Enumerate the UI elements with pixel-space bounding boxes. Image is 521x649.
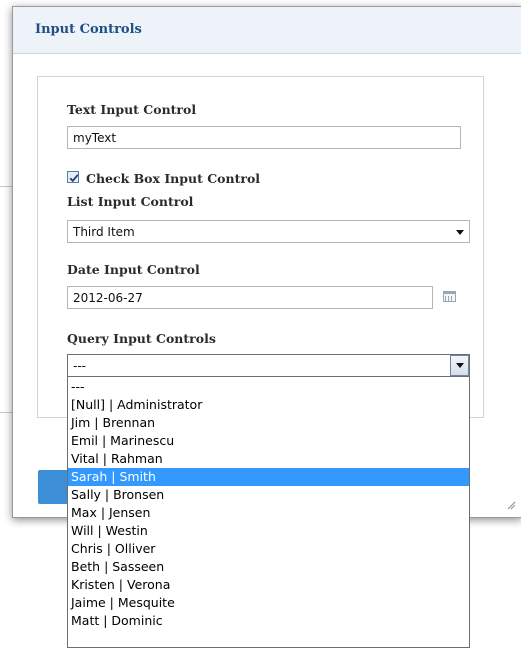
query-dropdown-list: --- [Null] | Administrator Jim | Brennan… <box>67 376 470 648</box>
checkmark-icon <box>69 174 79 183</box>
list-input-value: Third Item <box>73 225 135 239</box>
list-option[interactable]: Beth | Sasseen <box>68 558 469 576</box>
query-dropdown-button[interactable] <box>450 355 469 376</box>
list-option[interactable]: Will | Westin <box>68 522 469 540</box>
chevron-down-icon <box>456 230 464 235</box>
list-option-highlighted[interactable]: Sarah | Smith <box>68 468 469 486</box>
list-option[interactable]: Kristen | Verona <box>68 576 469 594</box>
text-input-field[interactable]: myText <box>67 126 461 149</box>
check-box-label: Check Box Input Control <box>86 171 261 186</box>
list-option[interactable]: Matt | Dominic <box>68 612 469 630</box>
dialog-title: Input Controls <box>35 22 142 37</box>
list-option[interactable]: Sally | Bronsen <box>68 486 469 504</box>
check-box-input[interactable] <box>67 171 79 183</box>
query-input-label: Query Input Controls <box>67 331 216 346</box>
dialog-header: Input Controls <box>13 7 521 54</box>
resize-grip-icon[interactable] <box>506 500 516 510</box>
date-input-field[interactable]: 2012-06-27 <box>67 286 433 309</box>
list-option[interactable]: Chris | Olliver <box>68 540 469 558</box>
list-option[interactable]: Max | Jensen <box>68 504 469 522</box>
text-input-label: Text Input Control <box>67 102 197 117</box>
query-input-value: --- <box>73 359 86 373</box>
date-input-label: Date Input Control <box>67 262 200 277</box>
list-option[interactable]: Vital | Rahman <box>68 450 469 468</box>
list-input-label: List Input Control <box>67 194 194 209</box>
list-input-select[interactable]: Third Item <box>67 220 470 243</box>
chevron-down-icon <box>456 363 464 368</box>
list-option[interactable]: [Null] | Administrator <box>68 396 469 414</box>
query-input-select[interactable]: --- <box>67 354 470 377</box>
list-option[interactable]: --- <box>68 378 469 396</box>
calendar-icon[interactable] <box>443 291 456 302</box>
apply-button[interactable] <box>38 470 68 504</box>
list-option[interactable]: Jaime | Mesquite <box>68 594 469 612</box>
list-option[interactable]: Jim | Brennan <box>68 414 469 432</box>
list-option[interactable]: Emil | Marinescu <box>68 432 469 450</box>
